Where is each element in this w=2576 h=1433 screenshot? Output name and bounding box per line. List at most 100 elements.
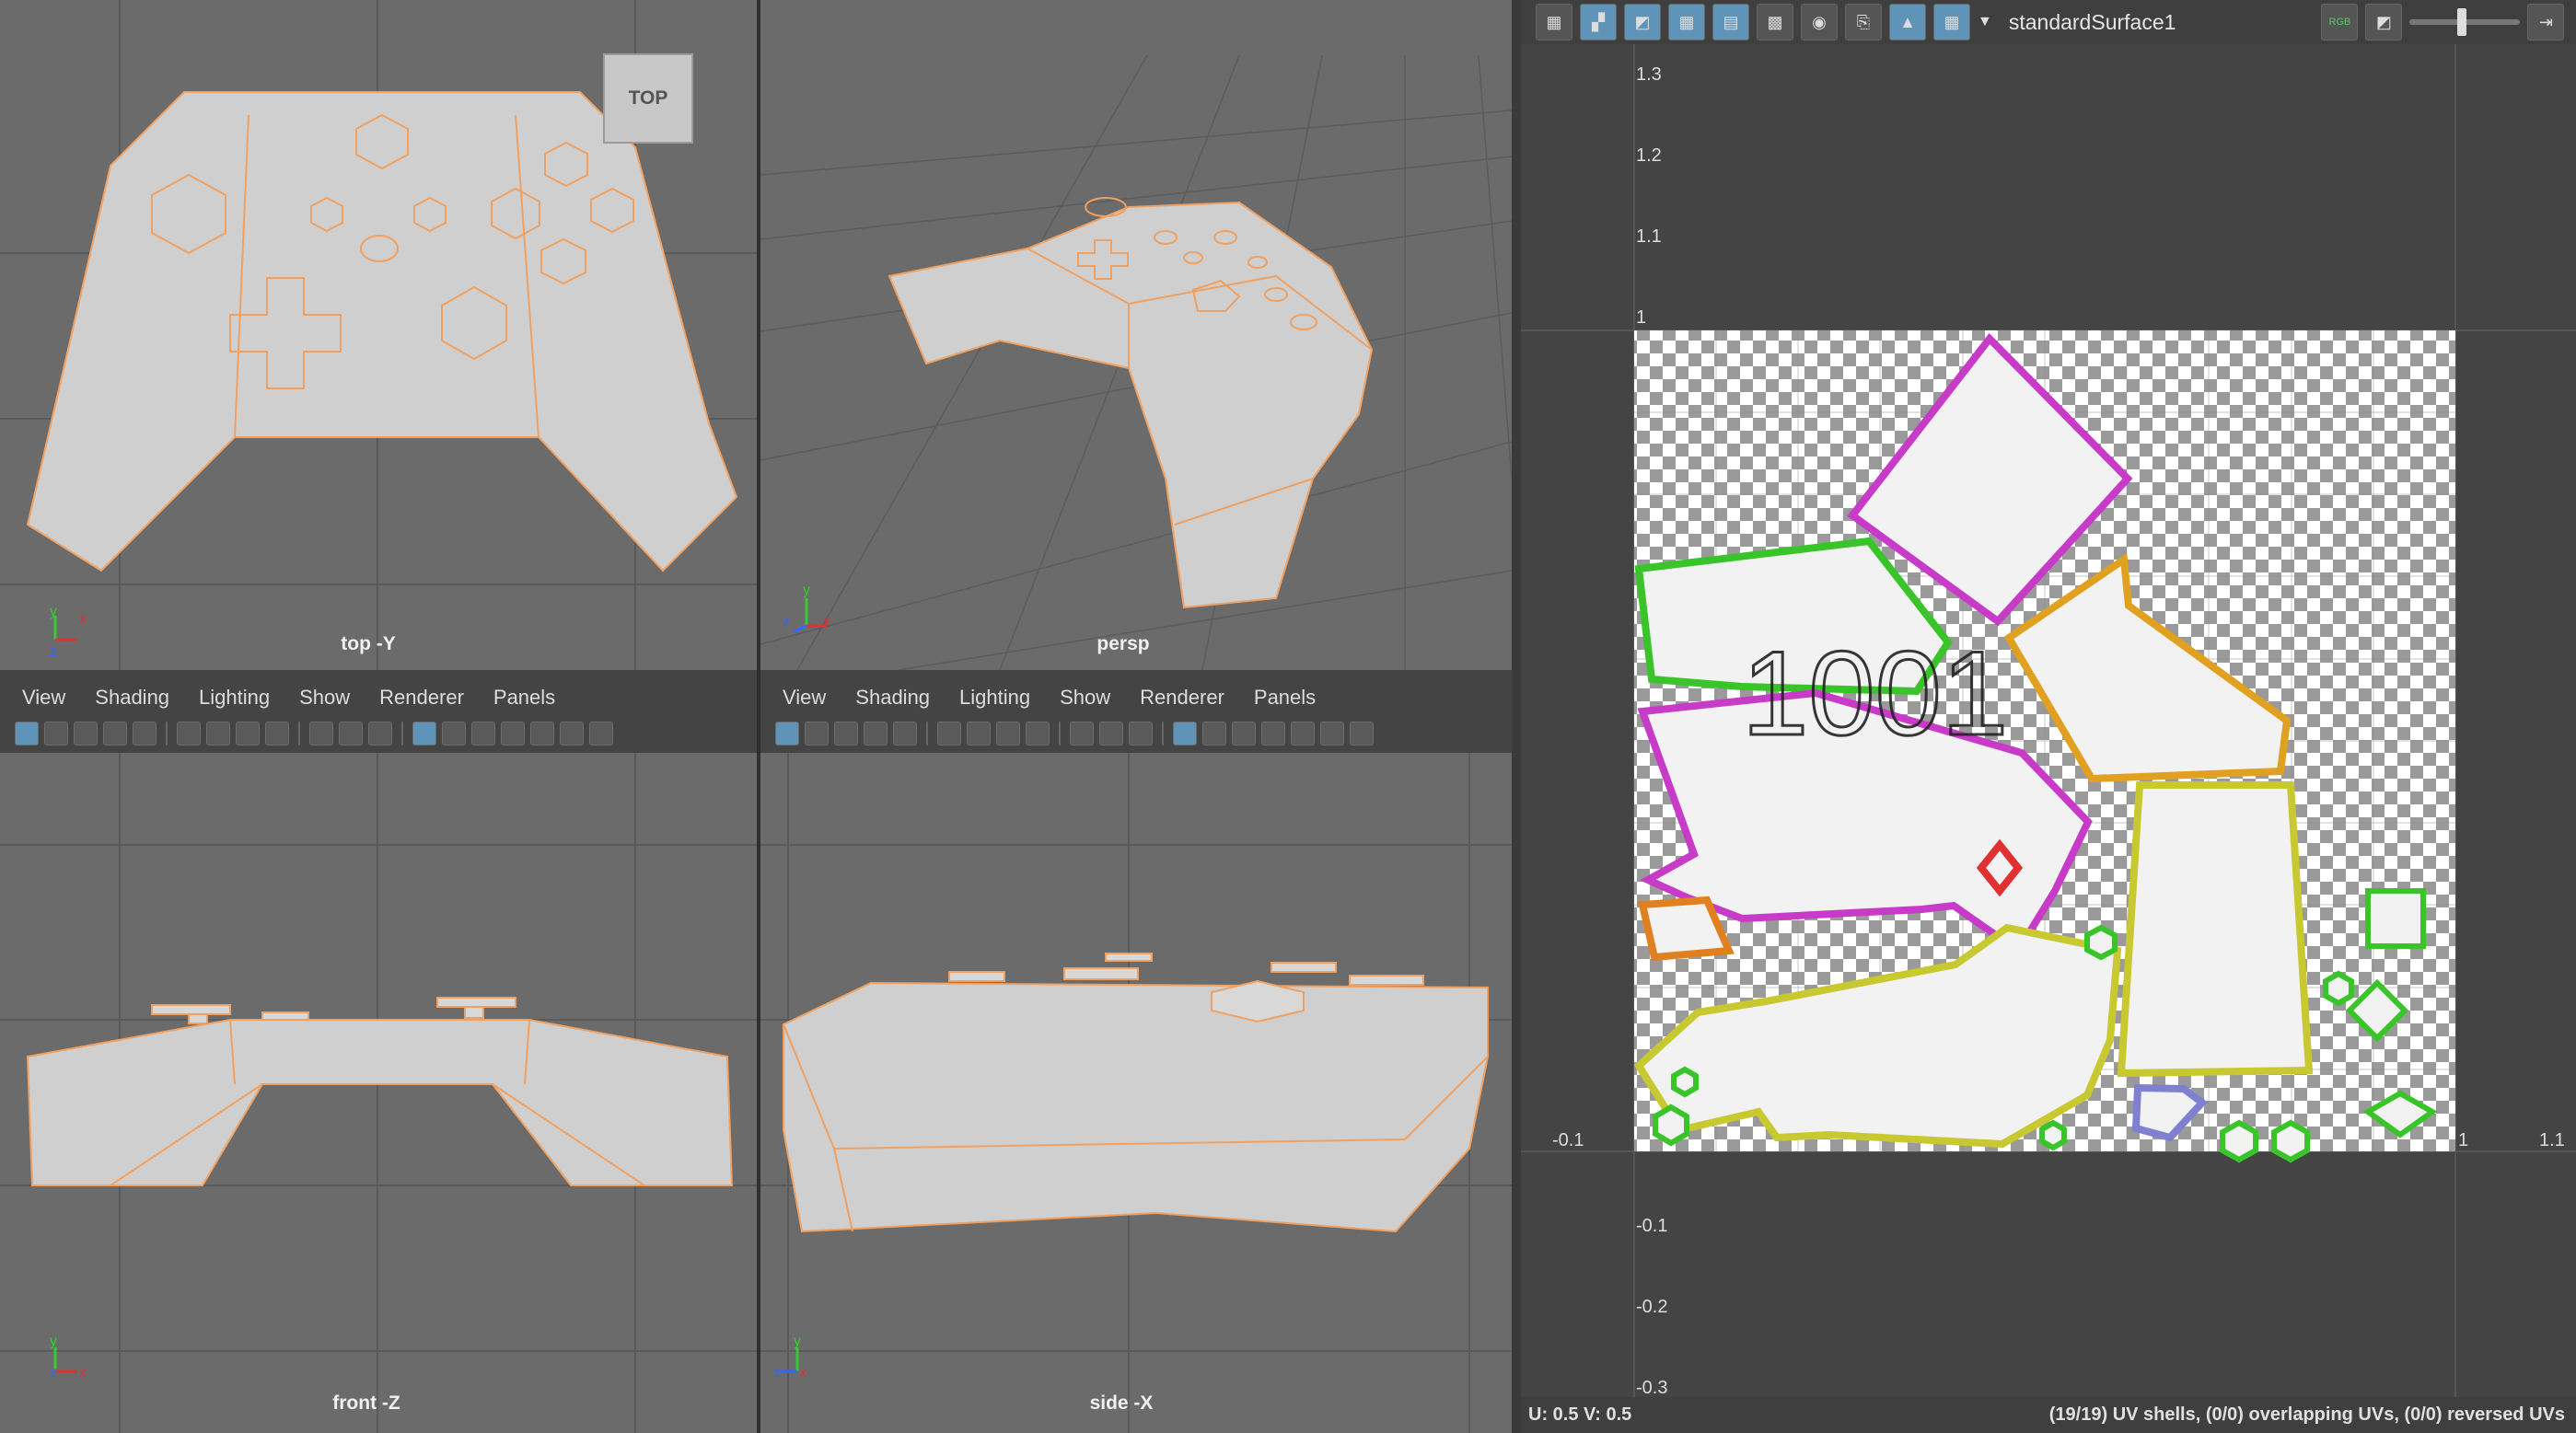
viewcube[interactable]: TOP	[603, 53, 693, 144]
menu-renderer[interactable]: Renderer	[1140, 686, 1224, 710]
image-exposure-icon[interactable]: ◩	[2365, 4, 2403, 40]
viewport-label: top -Y	[341, 633, 396, 654]
lock-camera-icon[interactable]	[206, 722, 230, 745]
viewport-label: front -Z	[332, 1393, 400, 1414]
resolution-gate-icon[interactable]	[471, 722, 495, 745]
svg-text:z: z	[50, 1365, 57, 1381]
safe-title-icon[interactable]	[589, 722, 613, 745]
uv-shaded-icon[interactable]: ◩	[1624, 4, 1661, 40]
uv-shell	[2039, 1119, 2067, 1151]
film-gate-icon[interactable]	[442, 722, 466, 745]
camera-icon[interactable]	[177, 722, 201, 745]
image-plane-icon[interactable]	[103, 722, 127, 745]
panel-menubar-front: View Shading Lighting Show Renderer Pane…	[0, 679, 757, 716]
pen-icon[interactable]	[368, 722, 392, 745]
slider-handle[interactable]	[2457, 8, 2467, 36]
side-view-scene	[760, 753, 1512, 1433]
menu-panels[interactable]: Panels	[493, 686, 555, 710]
uv-tile-icon[interactable]: ▩	[1757, 4, 1793, 40]
toolbar-separator	[166, 722, 168, 745]
uv-isolate-icon[interactable]: ◉	[1801, 4, 1838, 40]
uv-editor-view[interactable]: 1001 1.3 1.2 1.1 1 -0.1 -0.2 -0.3 -0.1 1…	[1521, 44, 2576, 1433]
viewport-front[interactable]: front -Z y x z	[0, 753, 757, 1433]
menu-view[interactable]: View	[22, 686, 65, 710]
viewport-persp[interactable]: persp y x z	[760, 0, 1512, 670]
field-chart-icon[interactable]	[530, 722, 554, 745]
film-gate-icon[interactable]	[1202, 722, 1226, 745]
svg-text:z: z	[50, 644, 57, 658]
grid-icon[interactable]	[1173, 722, 1197, 745]
uv-checker-icon[interactable]: ▦	[1933, 4, 1970, 40]
uv-shell	[2117, 781, 2314, 1078]
pen-icon[interactable]	[1129, 722, 1153, 745]
bookmark-icon[interactable]	[834, 722, 858, 745]
pivot-icon[interactable]	[339, 722, 363, 745]
grease-pencil-icon[interactable]	[1070, 722, 1094, 745]
grid-icon[interactable]	[412, 722, 436, 745]
uv-grid-icon[interactable]: ▦	[1668, 4, 1705, 40]
axis-label-v: -0.3	[1636, 1378, 1668, 1398]
viewport-label: side -X	[1089, 1393, 1154, 1414]
camera-icon[interactable]	[937, 722, 961, 745]
panel-menubar-side: View Shading Lighting Show Renderer Pane…	[760, 679, 1512, 716]
uv-editor-toolbar: ▦ ▞ ◩ ▦ ▤ ▩ ◉ ⎘ ▲ ▦ ▼ standardSurface1 R…	[1521, 0, 2576, 44]
axis-label-v: 1	[1636, 307, 1647, 328]
gate-mask-icon[interactable]	[501, 722, 525, 745]
material-name[interactable]: standardSurface1	[2009, 10, 2176, 35]
panel-toolbar-side	[760, 716, 1512, 751]
uv-layout-icon[interactable]: ▦	[1536, 4, 1572, 40]
svg-text:x: x	[79, 611, 87, 627]
uv-shell-icon[interactable]: ▞	[1580, 4, 1617, 40]
menu-show[interactable]: Show	[299, 686, 350, 710]
menu-lighting[interactable]: Lighting	[959, 686, 1030, 710]
menu-shading[interactable]: Shading	[95, 686, 169, 710]
menu-view[interactable]: View	[783, 686, 826, 710]
axis-gizmo-icon: y z x	[773, 1335, 806, 1381]
bookmark-flag-icon[interactable]	[1026, 722, 1050, 745]
camera-attributes-icon[interactable]	[44, 722, 68, 745]
viewport-side[interactable]: side -X y z x	[760, 753, 1512, 1433]
rgb-channel-icon[interactable]: RGB	[2321, 4, 2359, 40]
toolbar-separator	[1162, 722, 1164, 745]
field-chart-icon[interactable]	[1291, 722, 1315, 745]
uv-image-display-icon[interactable]: ▲	[1889, 4, 1926, 40]
resolution-gate-icon[interactable]	[1232, 722, 1256, 745]
gate-mask-icon[interactable]	[1261, 722, 1285, 745]
chevron-down-icon[interactable]: ▼	[1978, 14, 1992, 30]
menu-lighting[interactable]: Lighting	[199, 686, 270, 710]
2d-pan-icon[interactable]	[893, 722, 917, 745]
image-plane-icon[interactable]	[864, 722, 888, 745]
axis-label-v: 1.2	[1636, 145, 1662, 166]
exposure-slider[interactable]	[2409, 8, 2521, 36]
svg-text:y: y	[50, 604, 57, 619]
menu-show[interactable]: Show	[1060, 686, 1110, 710]
safe-action-icon[interactable]	[1320, 722, 1344, 745]
menu-panels[interactable]: Panels	[1254, 686, 1316, 710]
uv-tile-number: 1001	[1742, 626, 2008, 760]
snapshot-icon[interactable]	[236, 722, 260, 745]
pivot-icon[interactable]	[1099, 722, 1123, 745]
lock-camera-icon[interactable]	[967, 722, 991, 745]
bookmark-flag-icon[interactable]	[265, 722, 289, 745]
toolbar-separator	[1059, 722, 1061, 745]
uv-shell	[1671, 1066, 1699, 1098]
2d-pan-icon[interactable]	[133, 722, 157, 745]
camera-attributes-icon[interactable]	[805, 722, 829, 745]
viewport-top[interactable]: TOP top -Y y x z	[0, 0, 757, 670]
expand-arrow-icon[interactable]: ⇥	[2527, 4, 2565, 40]
uv-pixel-snap-icon[interactable]: ▤	[1712, 4, 1749, 40]
axis-label-u: 1	[2458, 1130, 2469, 1150]
bookmark-icon[interactable]	[74, 722, 98, 745]
safe-title-icon[interactable]	[1350, 722, 1374, 745]
menu-renderer[interactable]: Renderer	[379, 686, 464, 710]
grease-pencil-icon[interactable]	[309, 722, 333, 745]
axis-label-u: -0.1	[1552, 1130, 1584, 1150]
safe-action-icon[interactable]	[560, 722, 584, 745]
menu-shading[interactable]: Shading	[855, 686, 930, 710]
select-camera-icon[interactable]	[15, 722, 39, 745]
snapshot-icon[interactable]	[996, 722, 1020, 745]
uv-snapshot-icon[interactable]: ⎘	[1845, 4, 1882, 40]
select-camera-icon[interactable]	[775, 722, 799, 745]
pane-divider[interactable]	[1512, 0, 1521, 1433]
svg-text:z: z	[773, 1365, 781, 1381]
